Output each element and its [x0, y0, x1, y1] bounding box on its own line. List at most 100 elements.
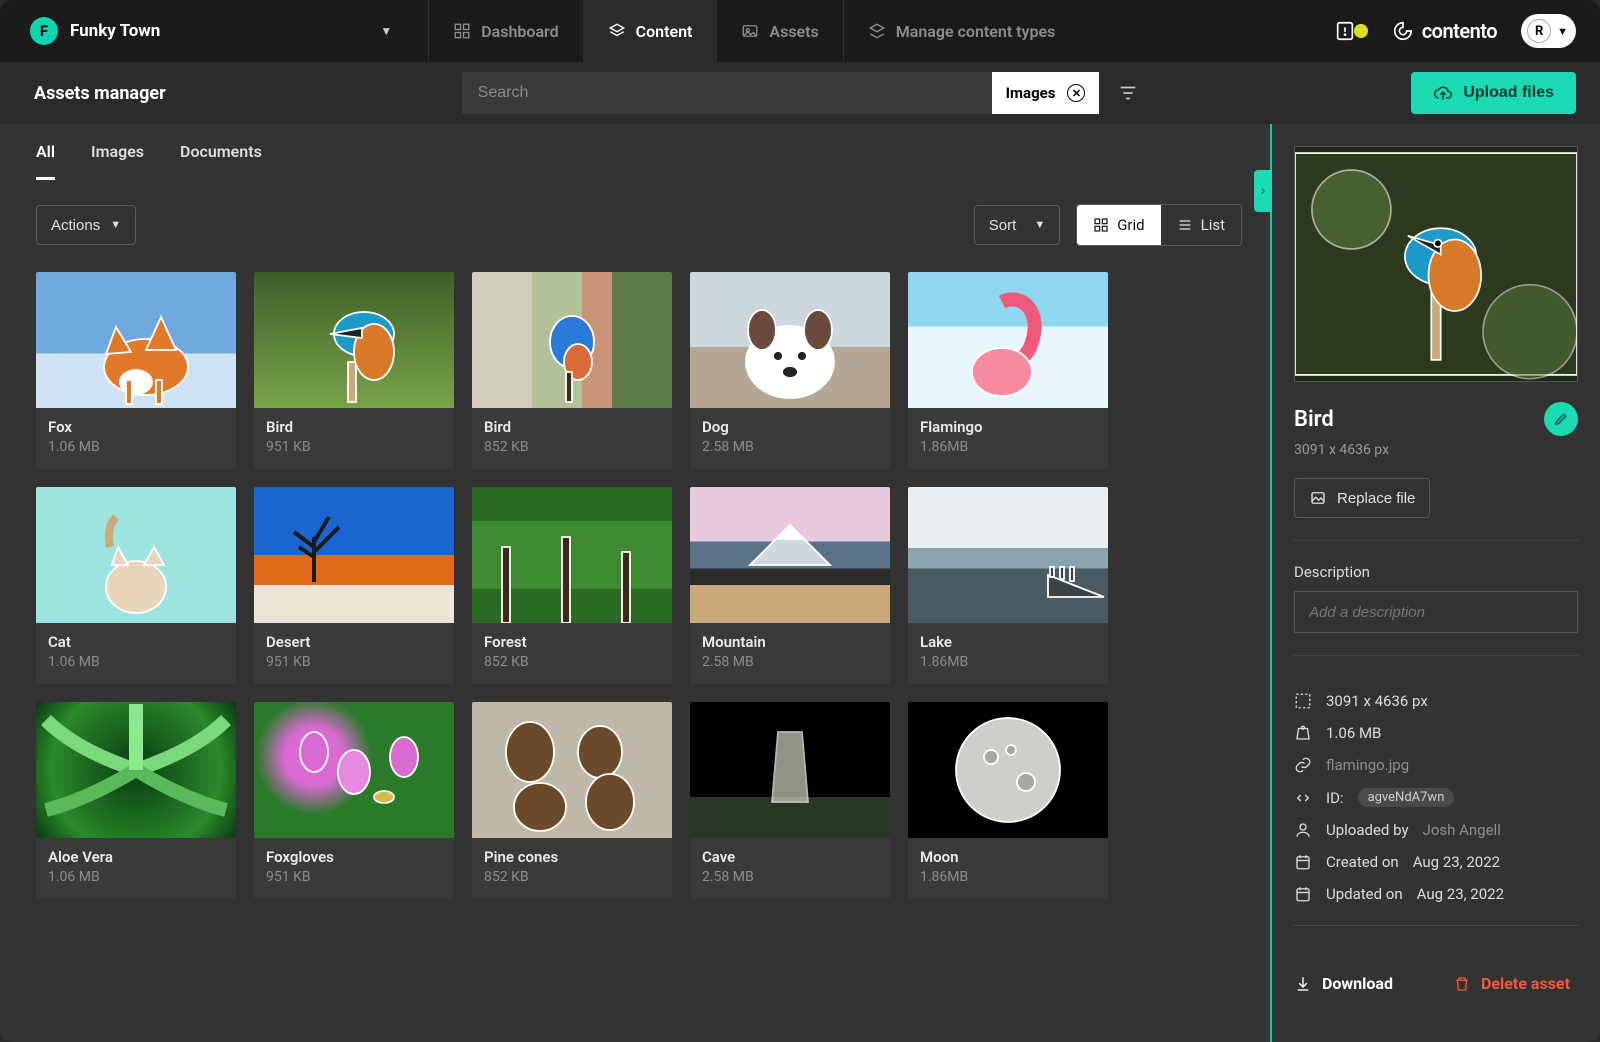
alert-button[interactable] [1334, 20, 1368, 42]
asset-thumbnail [690, 487, 890, 623]
description-input[interactable] [1294, 591, 1578, 633]
delete-button[interactable]: Delete asset [1453, 974, 1570, 993]
asset-title: Flamingo [920, 418, 1096, 436]
tab-images[interactable]: Images [91, 142, 144, 180]
asset-card[interactable]: Bird 852 KB [472, 272, 672, 469]
alert-dot-icon [1354, 24, 1368, 38]
asset-thumbnail [690, 702, 890, 838]
meta-dimensions-row: 3091 x 4636 px [1294, 692, 1578, 710]
workspace-caret-icon[interactable]: ▼ [380, 24, 392, 38]
asset-thumbnail [908, 702, 1108, 838]
asset-title: Desert [266, 633, 442, 651]
asset-card[interactable]: Lake 1.86MB [908, 487, 1108, 684]
nav-assets-label: Assets [769, 22, 818, 41]
view-toggle: Grid List [1076, 204, 1242, 246]
download-button[interactable]: Download [1294, 974, 1393, 993]
view-list-button[interactable]: List [1161, 205, 1241, 245]
meta-size-value: 1.06 MB [1326, 724, 1381, 742]
asset-card[interactable]: Forest 852 KB [472, 487, 672, 684]
delete-label: Delete asset [1481, 974, 1570, 993]
edit-title-button[interactable] [1544, 402, 1578, 436]
asset-thumbnail [36, 272, 236, 408]
asset-size: 1.86MB [920, 439, 1096, 455]
replace-icon [1309, 489, 1327, 507]
meta-uploaded-by-value: Josh Angell [1423, 821, 1501, 839]
brand: contento [1392, 19, 1497, 43]
upload-button-label: Upload files [1463, 84, 1554, 102]
view-grid-button[interactable]: Grid [1077, 205, 1160, 245]
asset-card[interactable]: Moon 1.86MB [908, 702, 1108, 899]
asset-size: 1.86MB [920, 869, 1096, 885]
asset-card[interactable]: Pine cones 852 KB [472, 702, 672, 899]
asset-card[interactable]: Cat 1.06 MB [36, 487, 236, 684]
user-menu[interactable]: R ▼ [1521, 14, 1576, 48]
nav-dashboard[interactable]: Dashboard [428, 0, 582, 62]
asset-card[interactable]: Bird 951 KB [254, 272, 454, 469]
workspace-avatar[interactable]: F [30, 17, 58, 45]
asset-card[interactable]: Desert 951 KB [254, 487, 454, 684]
detail-dimensions: 3091 x 4636 px [1294, 442, 1578, 458]
nav-manage-content-types[interactable]: Manage content types [843, 0, 1080, 62]
asset-thumbnail [254, 702, 454, 838]
asset-card[interactable]: Foxgloves 951 KB [254, 702, 454, 899]
actions-dropdown[interactable]: Actions ▼ [36, 205, 136, 245]
link-icon [1294, 756, 1312, 774]
search-filter-chip[interactable]: Images ✕ [992, 72, 1100, 114]
asset-card[interactable]: Aloe Vera 1.06 MB [36, 702, 236, 899]
tab-all[interactable]: All [36, 142, 55, 180]
asset-thumbnail [472, 702, 672, 838]
tab-documents[interactable]: Documents [180, 142, 262, 180]
meta-filename-row: flamingo.jpg [1294, 756, 1578, 774]
details-panel: Bird 3091 x 4636 px Replace file Descrip… [1270, 124, 1600, 1042]
meta-id-value[interactable]: agveNdA7wn [1358, 788, 1455, 807]
asset-card[interactable]: Flamingo 1.86MB [908, 272, 1108, 469]
sort-dropdown[interactable]: Sort ▼ [974, 205, 1060, 245]
actions-label: Actions [51, 217, 100, 234]
asset-card[interactable]: Fox 1.06 MB [36, 272, 236, 469]
upload-button[interactable]: Upload files [1411, 72, 1576, 114]
asset-title: Cave [702, 848, 878, 866]
asset-card[interactable]: Cave 2.58 MB [690, 702, 890, 899]
filter-icon[interactable] [1117, 82, 1139, 104]
meta-uploaded-by-label: Uploaded by [1326, 821, 1409, 839]
calendar-icon [1294, 853, 1312, 871]
code-icon [1294, 789, 1312, 807]
chevron-down-icon: ▼ [1034, 219, 1045, 231]
asset-title: Foxgloves [266, 848, 442, 866]
asset-title: Cat [48, 633, 224, 651]
asset-title: Bird [266, 418, 442, 436]
nav-content[interactable]: Content [583, 0, 717, 62]
search-input[interactable] [462, 72, 992, 114]
asset-card[interactable]: Mountain 2.58 MB [690, 487, 890, 684]
asset-size: 951 KB [266, 439, 442, 455]
image-icon [741, 22, 759, 40]
replace-file-button[interactable]: Replace file [1294, 478, 1430, 518]
workspace-name[interactable]: Funky Town [70, 21, 160, 41]
nav-assets[interactable]: Assets [716, 0, 842, 62]
asset-size: 852 KB [484, 869, 660, 885]
remove-filter-icon[interactable]: ✕ [1067, 84, 1085, 102]
asset-size: 1.86MB [920, 654, 1096, 670]
asset-thumbnail [36, 487, 236, 623]
asset-thumbnail [908, 487, 1108, 623]
dashboard-icon [453, 22, 471, 40]
asset-title: Moon [920, 848, 1096, 866]
asset-title: Lake [920, 633, 1096, 651]
asset-title: Fox [48, 418, 224, 436]
detail-thumbnail [1294, 146, 1578, 382]
asset-thumbnail [254, 487, 454, 623]
asset-thumbnail [908, 272, 1108, 408]
replace-file-label: Replace file [1337, 490, 1415, 507]
sub-header: Assets manager Images ✕ Upload files [0, 62, 1600, 124]
meta-size-row: 1.06 MB [1294, 724, 1578, 742]
main-nav: Dashboard Content Assets Manage content … [428, 0, 1079, 62]
layers-icon [608, 22, 626, 40]
asset-grid: Fox 1.06 MB Bird 951 KB Bird 852 KB Dog … [36, 272, 1242, 899]
page-title: Assets manager [34, 83, 166, 104]
asset-title: Dog [702, 418, 878, 436]
asset-card[interactable]: Dog 2.58 MB [690, 272, 890, 469]
asset-size: 852 KB [484, 439, 660, 455]
asset-size: 2.58 MB [702, 869, 878, 885]
panel-collapse-button[interactable] [1254, 170, 1272, 212]
meta-updated-row: Updated on Aug 23, 2022 [1294, 885, 1578, 903]
